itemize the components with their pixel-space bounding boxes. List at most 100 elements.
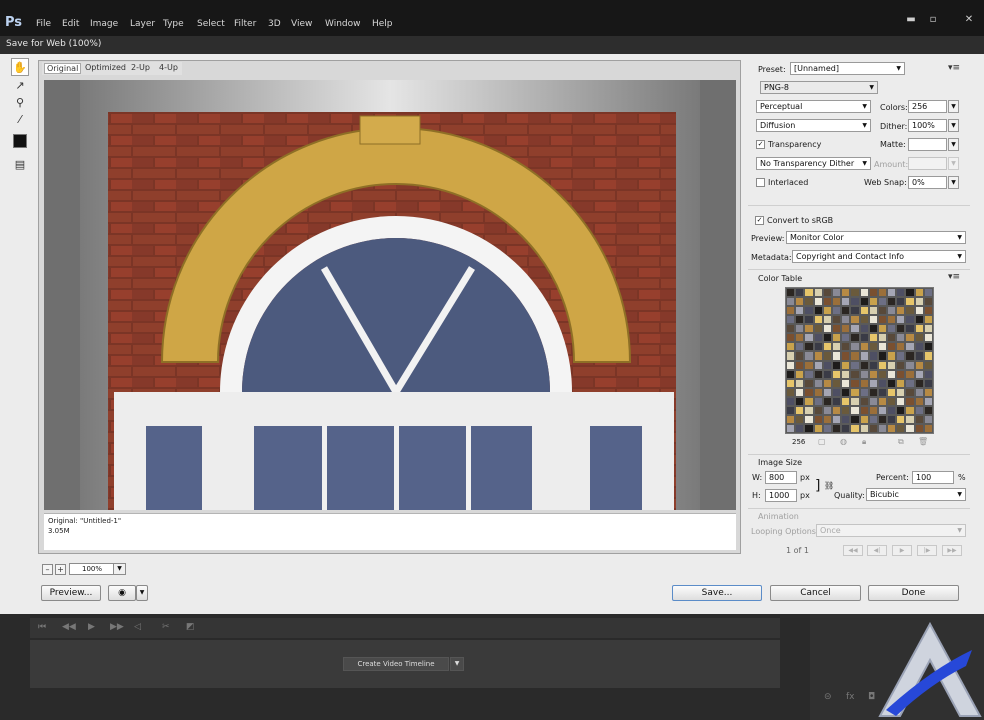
color-swatch[interactable] — [923, 315, 933, 325]
color-swatch[interactable] — [850, 324, 860, 334]
color-swatch[interactable] — [795, 342, 805, 352]
percent-field[interactable]: 100 — [912, 471, 954, 484]
color-swatch[interactable] — [914, 369, 924, 379]
color-swatch[interactable] — [877, 333, 888, 343]
color-swatch[interactable] — [786, 315, 796, 325]
color-swatch[interactable] — [877, 414, 888, 424]
color-swatch[interactable] — [813, 378, 823, 388]
color-swatch[interactable] — [859, 333, 869, 343]
color-swatch[interactable] — [831, 378, 842, 388]
color-swatch[interactable] — [859, 288, 869, 298]
width-field[interactable]: 800 — [765, 471, 797, 484]
color-swatch[interactable] — [868, 414, 878, 424]
color-swatch[interactable] — [822, 405, 832, 415]
color-swatch[interactable] — [804, 369, 814, 379]
color-swatch[interactable] — [831, 306, 842, 316]
menu-type[interactable]: Type — [163, 19, 184, 29]
color-swatch[interactable] — [877, 351, 888, 361]
color-swatch[interactable] — [786, 405, 796, 415]
color-swatch[interactable] — [859, 360, 869, 370]
color-swatch[interactable] — [804, 387, 814, 397]
format-select[interactable]: PNG-8 ▼ — [760, 81, 878, 94]
color-swatch[interactable] — [923, 288, 933, 298]
color-swatch[interactable] — [850, 306, 860, 316]
color-swatch[interactable] — [786, 288, 796, 298]
color-swatch[interactable] — [905, 423, 915, 433]
color-swatch[interactable] — [813, 423, 823, 433]
color-swatch[interactable] — [822, 342, 832, 352]
optimize-menu-icon[interactable]: ▾≡ — [948, 63, 960, 73]
color-swatch[interactable] — [841, 423, 851, 433]
transparency-checkbox[interactable]: ✓ — [756, 140, 765, 149]
color-swatch[interactable] — [877, 387, 888, 397]
color-swatch[interactable] — [859, 351, 869, 361]
color-swatch[interactable] — [813, 369, 823, 379]
color-swatch[interactable] — [914, 414, 924, 424]
color-swatch[interactable] — [896, 297, 906, 307]
split-icon[interactable]: ✂ — [162, 622, 170, 632]
color-swatch[interactable] — [850, 414, 860, 424]
color-swatch[interactable] — [877, 378, 888, 388]
color-swatch[interactable] — [896, 396, 906, 406]
color-swatch[interactable] — [887, 333, 897, 343]
color-swatch[interactable] — [914, 324, 924, 334]
color-swatch[interactable] — [887, 387, 897, 397]
color-swatch[interactable] — [868, 297, 878, 307]
color-swatch[interactable] — [786, 414, 796, 424]
color-swatch[interactable] — [887, 414, 897, 424]
color-swatch[interactable] — [923, 396, 933, 406]
create-video-timeline-button[interactable]: Create Video Timeline — [343, 657, 449, 671]
color-swatch[interactable] — [804, 414, 814, 424]
color-swatch[interactable] — [850, 297, 860, 307]
color-swatch[interactable] — [868, 405, 878, 415]
color-swatch[interactable] — [923, 333, 933, 343]
eyedropper-color-swatch[interactable] — [13, 134, 27, 148]
new-color-icon[interactable]: ⧉ — [898, 437, 904, 447]
color-swatch[interactable] — [905, 414, 915, 424]
color-swatch[interactable] — [804, 405, 814, 415]
color-swatch[interactable] — [923, 378, 933, 388]
color-swatch[interactable] — [896, 360, 906, 370]
interlaced-checkbox[interactable] — [756, 178, 765, 187]
matte-field[interactable] — [908, 138, 947, 151]
hand-tool-icon[interactable]: ✋ — [11, 58, 29, 76]
color-swatch[interactable] — [905, 405, 915, 415]
color-swatch[interactable] — [877, 405, 888, 415]
color-swatch[interactable] — [896, 306, 906, 316]
color-swatch[interactable] — [868, 387, 878, 397]
colors-dropdown-icon[interactable]: ▼ — [948, 100, 959, 113]
color-swatch[interactable] — [804, 360, 814, 370]
color-swatch[interactable] — [831, 324, 842, 334]
preview-button[interactable]: Preview... — [41, 585, 101, 601]
color-swatch[interactable] — [831, 396, 842, 406]
color-swatch[interactable] — [813, 351, 823, 361]
menu-image[interactable]: Image — [90, 19, 118, 29]
color-swatch[interactable] — [804, 324, 814, 334]
color-swatch[interactable] — [804, 297, 814, 307]
color-swatch[interactable] — [831, 423, 842, 433]
color-swatch[interactable] — [905, 315, 915, 325]
transition-icon[interactable]: ◩ — [186, 622, 195, 632]
play-animation-button[interactable]: ▶ — [892, 545, 912, 556]
quality-select[interactable]: Bicubic ▼ — [866, 488, 966, 501]
color-reduction-select[interactable]: Perceptual ▼ — [756, 100, 871, 113]
color-swatch[interactable] — [914, 387, 924, 397]
color-swatch[interactable] — [868, 288, 878, 298]
color-swatch[interactable] — [795, 405, 805, 415]
color-swatch[interactable] — [786, 306, 796, 316]
menu-3d[interactable]: 3D — [268, 19, 281, 29]
color-swatch[interactable] — [813, 315, 823, 325]
color-swatch[interactable] — [795, 288, 805, 298]
color-swatch[interactable] — [877, 360, 888, 370]
color-swatch[interactable] — [905, 306, 915, 316]
color-swatch[interactable] — [887, 315, 897, 325]
color-swatch[interactable] — [923, 351, 933, 361]
color-swatch[interactable] — [868, 342, 878, 352]
menu-help[interactable]: Help — [372, 19, 393, 29]
color-swatch[interactable] — [914, 315, 924, 325]
preview-color-select[interactable]: Monitor Color ▼ — [786, 231, 966, 244]
color-swatch[interactable] — [877, 297, 888, 307]
color-swatch[interactable] — [841, 333, 851, 343]
color-swatch[interactable] — [887, 360, 897, 370]
color-swatch[interactable] — [887, 351, 897, 361]
